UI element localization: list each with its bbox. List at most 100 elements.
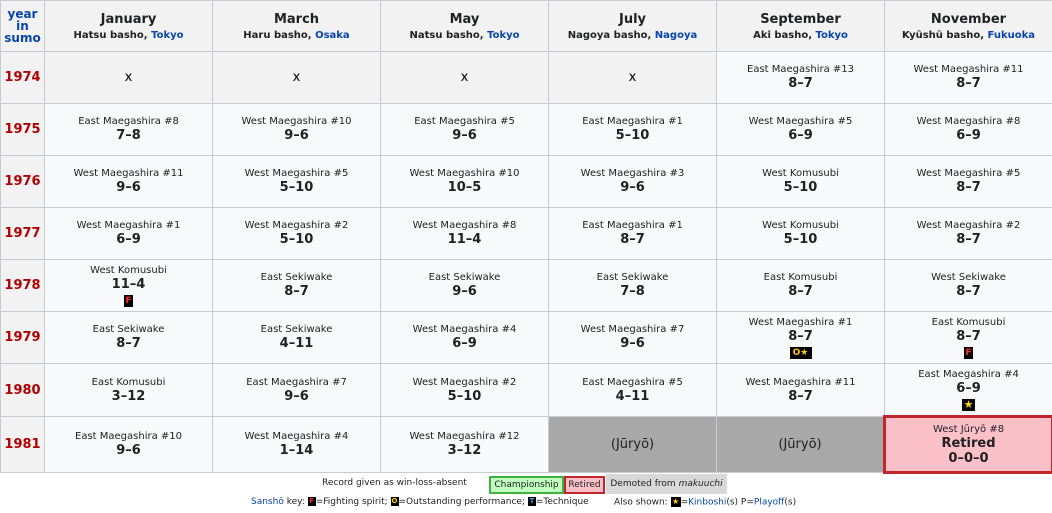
- outstanding-performance-text: =Outstanding performance;: [398, 497, 528, 507]
- legend-sansho-key: Sanshō key: F =Fighting spirit; O=Outstan…: [251, 497, 589, 507]
- basho-cell: East Sekiwake 4–11: [212, 311, 381, 364]
- rank-label: West Jūryō #8: [932, 423, 1005, 435]
- win-loss-score: 8–7: [116, 336, 141, 351]
- basho-cell: West Maegashira #11 8–7: [716, 363, 885, 417]
- basho-cell: West Maegashira #1 8–7 O★: [716, 311, 885, 364]
- win-loss-score: 9–6: [452, 284, 477, 299]
- header-row: year in sumo January Hatsu basho, Tokyo M…: [0, 0, 1052, 52]
- record-page: year in sumo January Hatsu basho, Tokyo M…: [0, 0, 1052, 513]
- basho-cell: East Sekiwake 8–7: [44, 311, 213, 364]
- kinboshi-link[interactable]: Kinboshi: [688, 498, 726, 508]
- venue-link[interactable]: Tokyo: [487, 30, 519, 41]
- win-loss-score: 8–7: [956, 328, 981, 344]
- rank-label: East Komusubi: [763, 272, 838, 283]
- win-loss-score: 3–12: [447, 443, 482, 458]
- venue-link[interactable]: Osaka: [315, 30, 350, 41]
- venue-link[interactable]: Fukuoka: [988, 30, 1036, 41]
- win-loss-score: 8–7: [956, 76, 981, 91]
- legend-also-shown: Also shown: ★=Kinboshi(s) P=Playoff(s): [614, 497, 796, 508]
- basho-cell: West Maegashira #11 8–7: [884, 51, 1052, 104]
- basho-cell: West Maegashira #5 6–9: [716, 103, 885, 156]
- basho-cell: West Komusubi 5–10: [716, 207, 885, 260]
- legend-championship: Championship: [489, 476, 564, 494]
- basho-cell: East Sekiwake 9–6: [380, 259, 549, 312]
- rank-label: East Maegashira #1: [582, 220, 683, 231]
- win-loss-score: 6–9: [956, 128, 981, 143]
- basho-cell: West Maegashira #2 5–10: [212, 207, 381, 260]
- rank-label: East Sekiwake: [260, 324, 333, 335]
- venue-link[interactable]: Nagoya: [655, 30, 697, 41]
- year-cell: 1979: [0, 311, 45, 364]
- key-label: key:: [283, 497, 308, 507]
- basho-name: Aki basho,: [753, 29, 816, 41]
- absent-cell: x: [380, 51, 549, 104]
- juryo-cell: (Jūryō): [716, 416, 885, 473]
- venue-link[interactable]: Tokyo: [151, 30, 183, 41]
- win-loss-score: 9–6: [452, 128, 477, 143]
- rank-label: West Maegashira #3: [580, 168, 685, 179]
- venue-link[interactable]: Tokyo: [816, 30, 848, 41]
- rank-label: East Maegashira #5: [414, 116, 515, 127]
- rank-label: East Maegashira #13: [747, 64, 854, 75]
- win-loss-score: 9–6: [116, 180, 141, 195]
- basho-cell: East Maegashira #13 8–7: [716, 51, 885, 104]
- win-loss-score: 5–10: [783, 180, 818, 195]
- win-loss-score: 7–8: [116, 128, 141, 143]
- sansho-link[interactable]: Sanshō: [251, 497, 284, 507]
- basho-name: Natsu basho,: [409, 29, 488, 41]
- win-loss-score: 4–11: [279, 336, 314, 351]
- basho-name: Hatsu basho,: [73, 29, 152, 41]
- year-row: 1975 East Maegashira #8 7–8 West Maegashira…: [0, 103, 1052, 156]
- basho-cell: West Maegashira #1 6–9: [44, 207, 213, 260]
- juryo-cell: (Jūryō): [548, 416, 717, 473]
- basho-cell: West Maegashira #8 6–9: [884, 103, 1052, 156]
- win-loss-score: 9–6: [116, 443, 141, 458]
- rank-label: West Maegashira #7: [580, 324, 685, 335]
- month-name: May: [449, 11, 480, 27]
- rank-label: West Maegashira #1: [748, 316, 853, 328]
- record-body: 1974 x x x x East Maegashira #13 8–7 West Maega…: [0, 51, 1052, 474]
- absent-mark: x: [124, 70, 133, 85]
- year-header: year in sumo: [0, 0, 45, 52]
- technique-icon: T: [527, 497, 536, 506]
- rank-label: West Maegashira #8: [916, 116, 1021, 127]
- month-header-march: March Haru basho, Osaka: [212, 0, 381, 52]
- basho-cell: West Maegashira #7 9–6: [548, 311, 717, 364]
- rank-label: West Maegashira #2: [244, 220, 349, 231]
- basho-cell: East Maegashira #5 9–6: [380, 103, 549, 156]
- year-cell: 1981: [0, 416, 45, 473]
- technique-text: =Technique: [535, 497, 589, 507]
- month-header-november: November Kyūshū basho, Fukuoka: [884, 0, 1052, 52]
- year-row: 1976 West Maegashira #11 9–6 West Maegashir…: [0, 155, 1052, 208]
- rank-label: West Maegashira #2: [916, 220, 1021, 231]
- legend-demoted: Demoted from makuuchi: [606, 474, 727, 494]
- kinboshi-suffix: (s) P=: [726, 497, 754, 508]
- rank-label: East Maegashira #5: [582, 376, 683, 388]
- retired-cell: West Jūryō #8 Retired 0–0–0: [883, 415, 1052, 474]
- win-loss-score: 5–10: [783, 232, 818, 247]
- retired-label: Retired: [941, 435, 996, 451]
- legend-row-1: Record given as win-loss-absent Champion…: [0, 474, 1052, 494]
- rank-label: West Maegashira #5: [916, 168, 1021, 179]
- basho-cell: East Maegashira #5 4–11: [548, 363, 717, 417]
- basho-cell: West Komusubi 5–10: [716, 155, 885, 208]
- rank-label: East Maegashira #4: [918, 368, 1019, 380]
- win-loss-score: 9–6: [284, 388, 309, 404]
- rank-label: West Maegashira #11: [913, 64, 1024, 75]
- year-row: 1977 West Maegashira #1 6–9 West Maegashira…: [0, 207, 1052, 260]
- basho-cell: West Maegashira #4 6–9: [380, 311, 549, 364]
- win-loss-score: 3–12: [111, 388, 146, 404]
- year-cell: 1978: [0, 259, 45, 312]
- rank-label: East Sekiwake: [596, 272, 669, 283]
- win-loss-score: 8–7: [788, 76, 813, 91]
- win-loss-score: 11–4: [111, 276, 146, 292]
- award-badges: O★: [717, 346, 884, 359]
- month-name: September: [760, 11, 841, 27]
- award-badges: F: [45, 294, 212, 307]
- playoff-link[interactable]: Playoff: [754, 498, 784, 508]
- year-row: 1979 East Sekiwake 8–7 East Sekiwake 4–11 Wes…: [0, 311, 1052, 364]
- win-loss-score: 9–6: [620, 336, 645, 351]
- award-badges: ★: [885, 398, 1052, 411]
- win-loss-score: 5–10: [615, 128, 650, 143]
- sumo-record-table: year in sumo January Hatsu basho, Tokyo M…: [0, 0, 1052, 474]
